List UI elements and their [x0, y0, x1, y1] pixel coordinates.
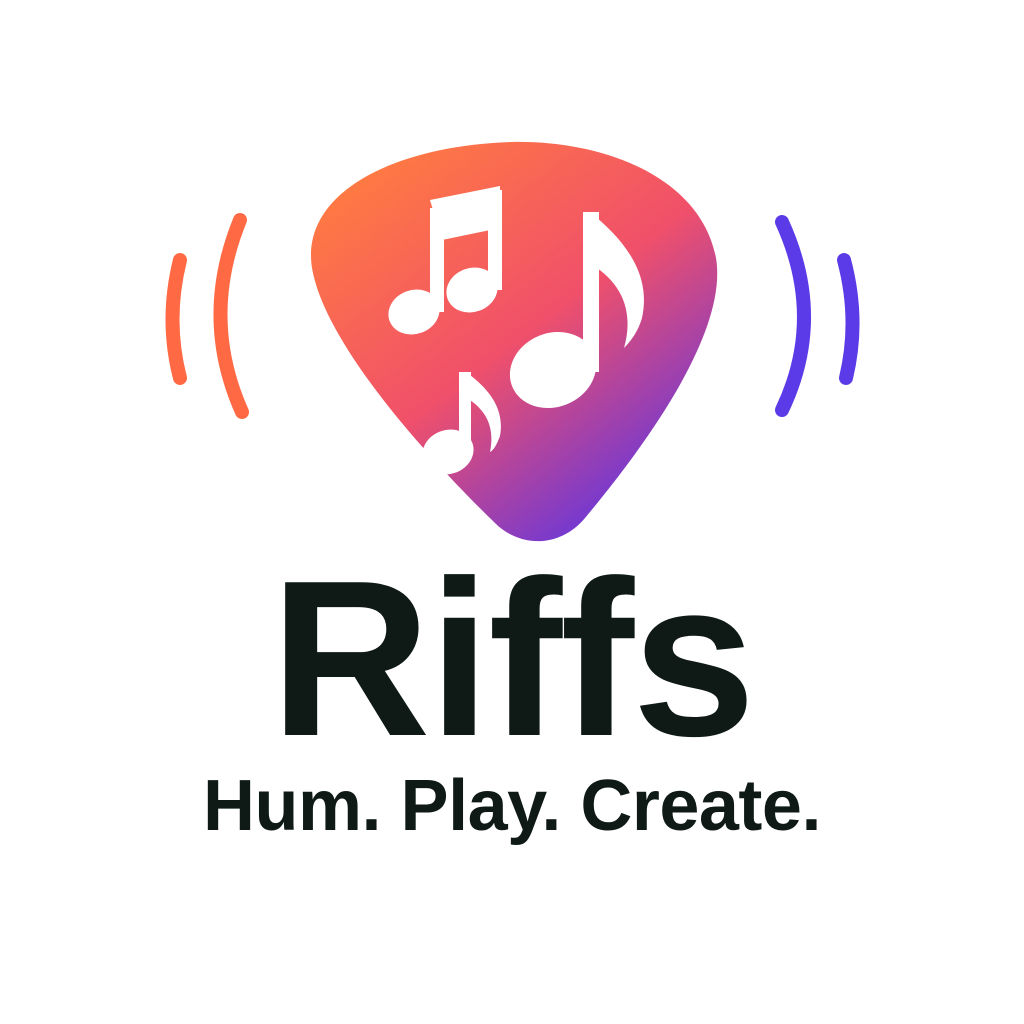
- logo-mark: [165, 141, 860, 542]
- brand-name: Riffs: [270, 535, 755, 783]
- logo-canvas: Riffs Hum. Play. Create.: [0, 0, 1024, 1024]
- guitar-pick-icon: [311, 141, 718, 542]
- sound-wave-left-icon: [165, 213, 249, 419]
- sound-wave-right-icon: [775, 215, 860, 417]
- brand-tagline: Hum. Play. Create.: [203, 766, 821, 846]
